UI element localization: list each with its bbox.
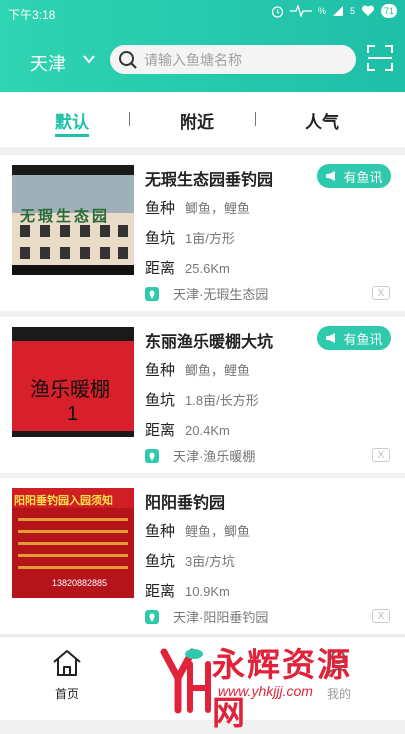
distance-value: 20.4Km [185, 423, 230, 438]
signal-icon [332, 6, 343, 16]
battery-indicator: 71 [380, 4, 397, 18]
species-value: 鲤鱼，鲫鱼 [185, 524, 251, 539]
species-value: 鲫鱼，鲤鱼 [185, 201, 251, 216]
listing-name: 阳阳垂钓园 [145, 495, 226, 512]
fish-news-badge[interactable]: 有鱼讯 [317, 164, 391, 188]
dismiss-button[interactable]: X [372, 609, 390, 623]
nav-home-label[interactable]: 首页 [55, 685, 79, 702]
tab-nearby[interactable]: 附近 [180, 108, 214, 133]
listing-photo: 无瑕生态园 [12, 165, 134, 275]
pond-row: 鱼坑 1亩/方形 [145, 227, 235, 248]
species-row: 鱼种 鲤鱼，鲫鱼 [145, 520, 250, 541]
tab-divider [129, 112, 130, 126]
listing-photo-sign-number: 1 [67, 403, 79, 425]
location-row: 天津·无瑕生态园 [145, 284, 268, 303]
header-bar: 下午3:18 % 5 71 天津 请输入鱼塘名称 [0, 0, 405, 92]
distance-label: 距离 [145, 583, 176, 600]
tab-popular[interactable]: 人气 [305, 108, 339, 133]
distance-value: 10.9Km [185, 584, 230, 599]
pond-row: 鱼坑 1.8亩/长方形 [145, 389, 259, 410]
pond-row: 鱼坑 3亩/方坑 [145, 550, 235, 571]
tab-divider [255, 112, 256, 126]
pond-value: 3亩/方坑 [185, 554, 235, 569]
location-text: 天津·渔乐暖棚 [173, 449, 256, 464]
location-pin-icon [145, 609, 159, 624]
listing-card[interactable]: 阳阳垂钓园入园须知 13820882885 阳阳垂钓园 鱼种 鲤鱼，鲫鱼 鱼坑 3亩… [0, 478, 405, 634]
species-row: 鱼种 鲫鱼，鲤鱼 [145, 359, 250, 380]
listing-photo-phone: 13820882885 [52, 578, 108, 588]
distance-row: 距离 20.4Km [145, 419, 230, 440]
sort-tabs: 默认 附近 人气 [0, 92, 405, 147]
listing-photo-sign: 无瑕生态园 [20, 208, 111, 225]
status-time: 下午3:18 [8, 8, 56, 22]
distance-row: 距离 10.9Km [145, 580, 230, 601]
listing-photo-sign: 阳阳垂钓园入园须知 [14, 495, 113, 507]
fish-news-badge[interactable]: 有鱼讯 [317, 326, 391, 350]
dismiss-button[interactable]: X [372, 286, 390, 300]
listing-name: 东丽渔乐暖棚大坑 [145, 334, 274, 351]
location-row: 天津·阳阳垂钓园 [145, 607, 268, 626]
megaphone-icon [326, 171, 336, 181]
species-row: 鱼种 鲫鱼，鲤鱼 [145, 197, 250, 218]
dismiss-button[interactable]: X [372, 448, 390, 462]
listing-card[interactable]: 渔乐暖棚 1 东丽渔乐暖棚大坑 有鱼讯 鱼种 鲫鱼，鲤鱼 鱼坑 1.8亩/长方形 距… [0, 317, 405, 473]
home-icon[interactable] [52, 649, 82, 677]
listing-photo: 渔乐暖棚 1 [12, 327, 134, 437]
watermark-logo-icon [160, 648, 211, 714]
heartbeat-icon [289, 5, 312, 17]
search-input[interactable]: 请输入鱼塘名称 [144, 50, 242, 70]
distance-row: 距离 25.6Km [145, 257, 230, 278]
tab-default[interactable]: 默认 [55, 108, 89, 133]
badge-label: 有鱼讯 [343, 169, 383, 185]
search-box[interactable]: 请输入鱼塘名称 [110, 45, 356, 74]
listing-photo-sign: 渔乐暖棚 [30, 379, 110, 401]
location-pin-icon [145, 448, 159, 463]
pond-value: 1.8亩/长方形 [185, 393, 259, 408]
signal-b-label: 5 [349, 6, 355, 16]
status-bar: 下午3:18 % 5 71 [0, 0, 405, 26]
listing-photo: 阳阳垂钓园入园须知 13820882885 [12, 488, 134, 598]
distance-label: 距离 [145, 422, 176, 439]
heart-icon [361, 5, 374, 16]
species-label: 鱼种 [145, 523, 176, 540]
location-text: 天津·阳阳垂钓园 [173, 610, 269, 625]
listing-card[interactable]: 无瑕生态园 无瑕生态园垂钓园 有鱼讯 鱼种 鲫鱼，鲤鱼 鱼坑 1亩/方形 距离 25.… [0, 155, 405, 311]
pond-value: 1亩/方形 [185, 231, 235, 246]
location-row: 天津·渔乐暖棚 [145, 446, 255, 465]
listing-name: 无瑕生态园垂钓园 [145, 172, 274, 189]
pond-label: 鱼坑 [145, 392, 176, 409]
scan-icon[interactable] [367, 45, 393, 71]
location-pin-icon [145, 286, 159, 301]
alarm-icon [271, 5, 284, 18]
megaphone-icon [326, 333, 336, 343]
location-text: 天津·无瑕生态园 [173, 287, 269, 302]
species-label: 鱼种 [145, 200, 176, 217]
city-selector[interactable]: 天津 [30, 50, 66, 76]
species-label: 鱼种 [145, 362, 176, 379]
watermark: 永辉资源网 www.yhkjjj.com [160, 638, 380, 731]
distance-value: 25.6Km [185, 261, 230, 276]
watermark-url: www.yhkjjj.com [218, 683, 313, 699]
signal-a-label: % [317, 6, 326, 16]
distance-label: 距离 [145, 260, 176, 277]
chevron-down-icon[interactable] [82, 52, 96, 66]
pond-label: 鱼坑 [145, 230, 176, 247]
tab-active-indicator [55, 134, 89, 137]
search-icon [119, 50, 137, 69]
species-value: 鲫鱼，鲤鱼 [185, 363, 251, 378]
badge-label: 有鱼讯 [343, 331, 383, 347]
status-icons: % 5 71 [271, 4, 397, 18]
pond-label: 鱼坑 [145, 553, 176, 570]
